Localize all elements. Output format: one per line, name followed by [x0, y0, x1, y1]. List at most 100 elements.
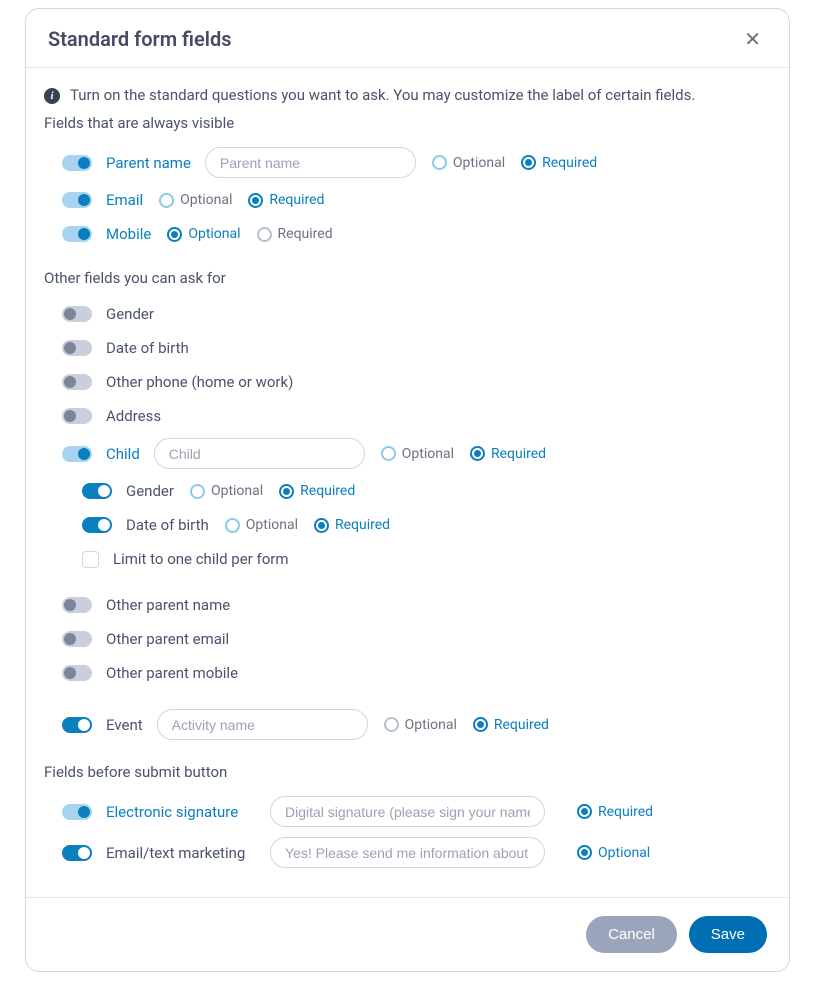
radio-mobile-optional[interactable]: Optional [167, 226, 240, 242]
toggle-address[interactable] [62, 408, 92, 424]
row-dob: Date of birth [44, 331, 771, 365]
toggle-marketing[interactable] [62, 845, 92, 861]
row-marketing: Email/text marketing Optional [44, 832, 771, 873]
input-event[interactable] [157, 709, 368, 740]
radio-icon [577, 804, 592, 819]
row-mobile: Mobile Optional Required [44, 217, 771, 251]
checkbox-limit-child[interactable] [82, 551, 99, 568]
radio-icon [279, 484, 294, 499]
radio-icon [381, 446, 396, 461]
cancel-button[interactable]: Cancel [586, 916, 677, 953]
label-parent-name: Parent name [106, 154, 191, 172]
modal-footer: Cancel Save [26, 897, 789, 971]
toggle-child-gender[interactable] [82, 483, 112, 499]
input-child[interactable] [154, 438, 365, 469]
toggle-mobile[interactable] [62, 226, 92, 242]
radio-child-optional[interactable]: Optional [381, 446, 454, 462]
label-limit-child: Limit to one child per form [113, 550, 288, 568]
radio-marketing-optional[interactable]: Optional [577, 845, 650, 861]
radio-child-required[interactable]: Required [470, 446, 546, 462]
input-parent-name[interactable] [205, 147, 416, 178]
label-address: Address [106, 407, 161, 425]
toggle-event[interactable] [62, 717, 92, 733]
section-before-submit: Fields before submit button [44, 763, 771, 781]
label-email: Email [106, 191, 143, 209]
label-child-gender: Gender [126, 482, 174, 500]
row-other-phone: Other phone (home or work) [44, 365, 771, 399]
standard-form-fields-modal: Standard form fields ✕ i Turn on the sta… [25, 8, 790, 972]
toggle-email[interactable] [62, 192, 92, 208]
radio-email-optional[interactable]: Optional [159, 192, 232, 208]
radio-icon [248, 193, 263, 208]
radio-esign-required[interactable]: Required [577, 804, 653, 820]
modal-body: i Turn on the standard questions you wan… [26, 68, 789, 897]
row-other-parent-email: Other parent email [44, 622, 771, 656]
input-esign[interactable] [270, 796, 545, 827]
label-dob: Date of birth [106, 339, 189, 357]
toggle-other-parent-name[interactable] [62, 597, 92, 613]
toggle-other-parent-mobile[interactable] [62, 665, 92, 681]
label-gender: Gender [106, 305, 154, 323]
radio-child-gender-required[interactable]: Required [279, 483, 355, 499]
radio-mobile-required[interactable]: Required [257, 226, 333, 242]
label-event: Event [106, 716, 143, 734]
input-marketing[interactable] [270, 837, 545, 868]
info-icon: i [44, 88, 60, 104]
row-child-dob: Date of birth Optional Required [44, 508, 771, 542]
toggle-dob[interactable] [62, 340, 92, 356]
radio-parent-name-required[interactable]: Required [521, 155, 597, 171]
row-other-parent-name: Other parent name [44, 588, 771, 622]
label-other-parent-name: Other parent name [106, 596, 230, 614]
toggle-child[interactable] [62, 446, 92, 462]
row-esign: Electronic signature Required [44, 791, 771, 832]
info-text: Turn on the standard questions you want … [70, 86, 695, 104]
row-limit-child: Limit to one child per form [44, 542, 771, 576]
radio-icon [470, 446, 485, 461]
label-esign: Electronic signature [106, 803, 256, 821]
radio-icon [314, 518, 329, 533]
radio-icon [167, 227, 182, 242]
row-child-gender: Gender Optional Required [44, 474, 771, 508]
section-always-visible: Fields that are always visible [44, 114, 771, 132]
label-other-phone: Other phone (home or work) [106, 373, 293, 391]
info-row: i Turn on the standard questions you wan… [44, 86, 771, 104]
label-child-dob: Date of birth [126, 516, 209, 534]
toggle-child-dob[interactable] [82, 517, 112, 533]
radio-icon [190, 484, 205, 499]
radio-icon [225, 518, 240, 533]
label-other-parent-mobile: Other parent mobile [106, 664, 238, 682]
toggle-other-phone[interactable] [62, 374, 92, 390]
radio-child-dob-optional[interactable]: Optional [225, 517, 298, 533]
label-mobile: Mobile [106, 225, 151, 243]
save-button[interactable]: Save [689, 916, 767, 953]
toggle-esign[interactable] [62, 804, 92, 820]
radio-child-dob-required[interactable]: Required [314, 517, 390, 533]
toggle-other-parent-email[interactable] [62, 631, 92, 647]
row-other-parent-mobile: Other parent mobile [44, 656, 771, 690]
radio-icon [384, 717, 399, 732]
radio-icon [521, 155, 536, 170]
modal-header: Standard form fields ✕ [26, 9, 789, 68]
radio-icon [577, 845, 592, 860]
radio-icon [159, 193, 174, 208]
radio-icon [257, 227, 272, 242]
section-other-fields: Other fields you can ask for [44, 269, 771, 287]
radio-child-gender-optional[interactable]: Optional [190, 483, 263, 499]
label-child: Child [106, 445, 140, 463]
radio-parent-name-optional[interactable]: Optional [432, 155, 505, 171]
radio-icon [432, 155, 447, 170]
label-other-parent-email: Other parent email [106, 630, 229, 648]
label-marketing: Email/text marketing [106, 844, 256, 862]
row-gender: Gender [44, 297, 771, 331]
row-event: Event Optional Required [44, 704, 771, 745]
row-address: Address [44, 399, 771, 433]
row-child: Child Optional Required [44, 433, 771, 474]
row-email: Email Optional Required [44, 183, 771, 217]
radio-email-required[interactable]: Required [248, 192, 324, 208]
close-icon[interactable]: ✕ [738, 25, 767, 53]
radio-icon [473, 717, 488, 732]
radio-event-optional[interactable]: Optional [384, 717, 457, 733]
toggle-gender[interactable] [62, 306, 92, 322]
toggle-parent-name[interactable] [62, 155, 92, 171]
radio-event-required[interactable]: Required [473, 717, 549, 733]
